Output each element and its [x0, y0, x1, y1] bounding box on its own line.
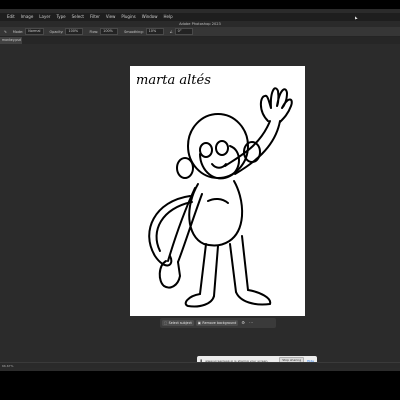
signature-text: marta altés [136, 73, 211, 88]
mode-option: Mode: Normal [13, 28, 44, 35]
screen: Edit Image Layer Type Select Filter View… [0, 0, 400, 400]
select-subject-label: Select subject [168, 321, 192, 325]
brush-tool-icon[interactable]: ✎ [4, 30, 7, 34]
menu-type[interactable]: Type [53, 13, 68, 21]
remove-background-label: Remove background [202, 321, 237, 325]
menu-filter[interactable]: Filter [87, 13, 103, 21]
menu-help[interactable]: Help [160, 13, 175, 21]
zoom-level[interactable]: 66.67% [2, 364, 13, 368]
angle-icon: ∠ [169, 29, 173, 34]
smoothing-label: Smoothing: [124, 29, 144, 34]
flow-label: Flow: [89, 29, 99, 34]
document-tab-bar: monkey.psd @ 66.7% (Layer 1, RGB/8) [0, 37, 400, 44]
remove-background-button[interactable]: ▣ Remove background [195, 319, 239, 327]
mode-select[interactable]: Normal [25, 28, 44, 35]
menu-bar: Edit Image Layer Type Select Filter View… [0, 13, 400, 21]
mouse-cursor-icon [355, 16, 358, 20]
angle-option: ∠ 0° [170, 28, 193, 35]
angle-field[interactable]: 0° [174, 28, 193, 35]
menu-layer[interactable]: Layer [36, 13, 53, 21]
smoothing-field[interactable]: 10% [145, 28, 164, 35]
smoothing-option: Smoothing: 10% [124, 28, 164, 35]
select-subject-button[interactable]: ⬚ Select subject [162, 319, 194, 327]
menu-view[interactable]: View [103, 13, 119, 21]
monkey-figure [148, 87, 293, 308]
document-tab[interactable]: monkey.psd @ 66.7% (Layer 1, RGB/8) [0, 37, 22, 44]
opacity-field[interactable]: 100% [65, 28, 84, 35]
document-canvas[interactable]: marta altés [130, 66, 305, 316]
monkey-drawing: marta altés [136, 73, 293, 308]
settings-icon[interactable]: ⚙ [240, 320, 246, 326]
status-bar: 66.67% [0, 362, 400, 368]
contextual-task-bar: ⬚ Select subject ▣ Remove background ⚙ ⋯ [160, 318, 276, 328]
more-options-icon[interactable]: ⋯ [248, 320, 254, 326]
flow-option: Flow: 100% [89, 28, 119, 35]
menu-edit[interactable]: Edit [4, 13, 18, 21]
opacity-label: Opacity: [49, 29, 64, 34]
mode-label: Mode: [12, 29, 24, 34]
select-subject-icon: ⬚ [164, 321, 168, 325]
menu-window[interactable]: Window [139, 13, 161, 21]
menu-select[interactable]: Select [69, 13, 87, 21]
options-bar: ✎ Mode: Normal Opacity: 100% Flow: 100% … [0, 27, 400, 37]
flow-field[interactable]: 100% [100, 28, 119, 35]
remove-background-icon: ▣ [197, 321, 201, 325]
menu-plugins[interactable]: Plugins [118, 13, 138, 21]
opacity-option: Opacity: 100% [50, 28, 84, 35]
menu-image[interactable]: Image [18, 13, 37, 21]
